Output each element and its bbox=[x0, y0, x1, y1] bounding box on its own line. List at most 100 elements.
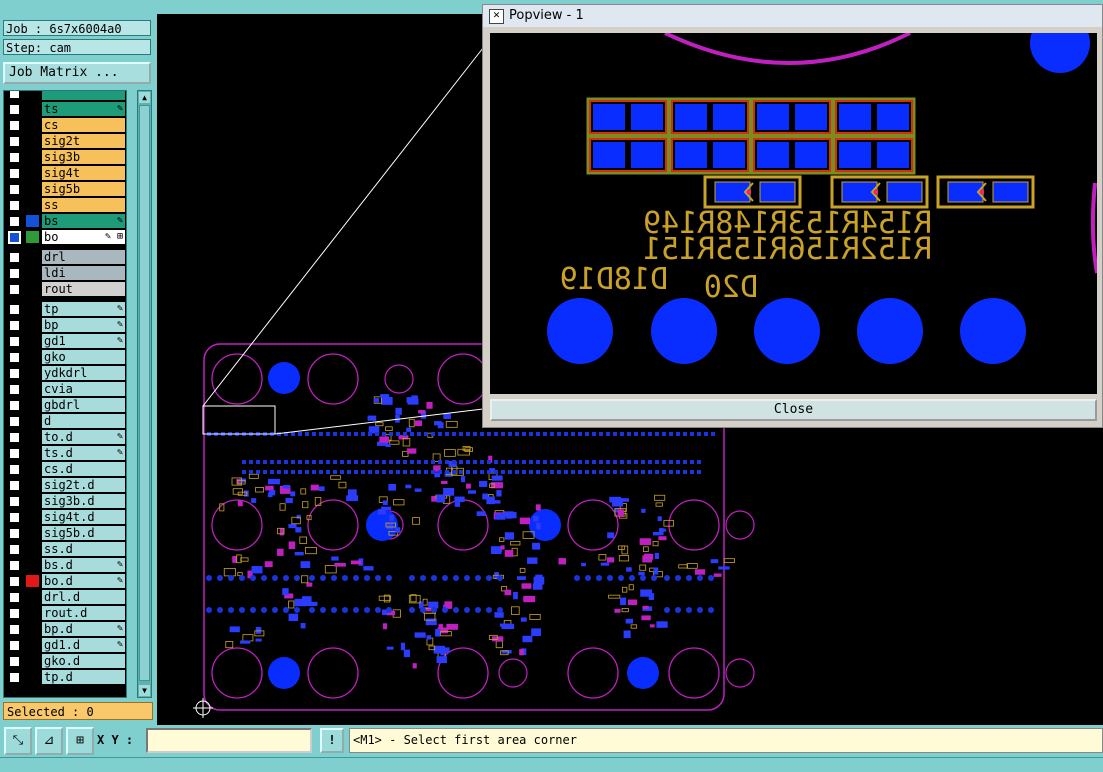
layer-checkbox[interactable] bbox=[8, 655, 21, 668]
layer-checkbox[interactable] bbox=[8, 103, 21, 116]
layer-name[interactable]: to.d ✎ bbox=[42, 430, 125, 444]
layer-name[interactable]: sig3b.d bbox=[42, 494, 125, 508]
popview-canvas[interactable]: R154R153R148R149 R152R156R155R151 D18D19… bbox=[490, 33, 1097, 394]
layer-checkbox[interactable] bbox=[8, 367, 21, 380]
layer-checkbox[interactable] bbox=[8, 91, 21, 100]
layer-row[interactable]: bp.d ✎ bbox=[4, 621, 126, 637]
layer-scrollbar[interactable]: ▲ ▼ bbox=[137, 90, 152, 698]
layer-checkbox[interactable] bbox=[8, 591, 21, 604]
layer-name[interactable]: sig4t.d bbox=[42, 510, 125, 524]
layer-row[interactable]: rout bbox=[4, 281, 126, 297]
layer-name[interactable]: cs bbox=[42, 118, 125, 132]
layer-row[interactable]: bo ✎ ⊞ bbox=[4, 229, 126, 245]
layer-row[interactable]: drl.d bbox=[4, 589, 126, 605]
layer-checkbox[interactable] bbox=[8, 399, 21, 412]
layer-name[interactable]: ydkdrl bbox=[42, 366, 125, 380]
layer-row[interactable] bbox=[4, 91, 126, 101]
layer-name[interactable]: gko.d bbox=[42, 654, 125, 668]
layer-checkbox[interactable] bbox=[8, 415, 21, 428]
layer-checkbox[interactable] bbox=[8, 511, 21, 524]
layer-checkbox[interactable] bbox=[8, 283, 21, 296]
layer-name[interactable]: gko bbox=[42, 350, 125, 364]
layer-name[interactable]: ts.d ✎ bbox=[42, 446, 125, 460]
layer-name[interactable]: gd1.d ✎ bbox=[42, 638, 125, 652]
layer-row[interactable]: ss.d bbox=[4, 541, 126, 557]
layer-name[interactable] bbox=[42, 91, 125, 100]
layer-row[interactable]: sig2t.d bbox=[4, 477, 126, 493]
layer-checkbox[interactable] bbox=[8, 383, 21, 396]
pan-icon[interactable]: ⊞ bbox=[66, 727, 94, 755]
layer-row[interactable]: gko bbox=[4, 349, 126, 365]
layer-name[interactable]: gd1 ✎ bbox=[42, 334, 125, 348]
layer-checkbox[interactable] bbox=[8, 231, 21, 244]
layer-checkbox[interactable] bbox=[8, 543, 21, 556]
layer-checkbox[interactable] bbox=[8, 351, 21, 364]
layer-row[interactable]: ts ✎ bbox=[4, 101, 126, 117]
layer-name[interactable]: drl.d bbox=[42, 590, 125, 604]
layer-checkbox[interactable] bbox=[8, 151, 21, 164]
layer-name[interactable]: cs.d bbox=[42, 462, 125, 476]
layer-row[interactable]: gd1.d ✎ bbox=[4, 637, 126, 653]
layer-name[interactable]: sig3b bbox=[42, 150, 125, 164]
layer-row[interactable]: cvia bbox=[4, 381, 126, 397]
layer-row[interactable]: sig4t bbox=[4, 165, 126, 181]
layer-checkbox[interactable] bbox=[8, 607, 21, 620]
layer-row[interactable]: tp ✎ bbox=[4, 301, 126, 317]
layer-name[interactable]: rout bbox=[42, 282, 125, 296]
layer-name[interactable]: bo ✎ ⊞ bbox=[42, 230, 125, 244]
layer-row[interactable]: bp ✎ bbox=[4, 317, 126, 333]
layer-checkbox[interactable] bbox=[8, 251, 21, 264]
layer-name[interactable]: sig2t.d bbox=[42, 478, 125, 492]
layer-checkbox[interactable] bbox=[8, 447, 21, 460]
layer-checkbox[interactable] bbox=[8, 267, 21, 280]
layer-name[interactable]: gbdrl bbox=[42, 398, 125, 412]
layer-row[interactable]: gbdrl bbox=[4, 397, 126, 413]
layer-name[interactable]: d bbox=[42, 414, 125, 428]
layer-checkbox[interactable] bbox=[8, 135, 21, 148]
layer-name[interactable]: bp.d ✎ bbox=[42, 622, 125, 636]
layer-checkbox[interactable] bbox=[8, 335, 21, 348]
layer-name[interactable]: ss bbox=[42, 198, 125, 212]
layer-checkbox[interactable] bbox=[8, 559, 21, 572]
layer-name[interactable]: ss.d bbox=[42, 542, 125, 556]
layer-name[interactable]: cvia bbox=[42, 382, 125, 396]
zoom-area-icon[interactable]: ⊿ bbox=[35, 727, 63, 755]
layer-name[interactable]: ldi bbox=[42, 266, 125, 280]
layer-row[interactable]: sig5b.d bbox=[4, 525, 126, 541]
scroll-down-icon[interactable]: ▼ bbox=[139, 685, 150, 696]
layer-name[interactable]: bp ✎ bbox=[42, 318, 125, 332]
layer-name[interactable]: drl bbox=[42, 250, 125, 264]
layer-name[interactable]: bs.d ✎ bbox=[42, 558, 125, 572]
layer-checkbox[interactable] bbox=[8, 119, 21, 132]
layer-row[interactable]: bo.d ✎ bbox=[4, 573, 126, 589]
scroll-thumb[interactable] bbox=[139, 105, 150, 681]
layer-name[interactable]: sig5b bbox=[42, 182, 125, 196]
layer-row[interactable]: sig5b bbox=[4, 181, 126, 197]
layer-checkbox[interactable] bbox=[8, 215, 21, 228]
layer-row[interactable]: gko.d bbox=[4, 653, 126, 669]
layer-name[interactable]: bs ✎ bbox=[42, 214, 125, 228]
alert-button[interactable]: ! bbox=[320, 728, 344, 753]
layer-row[interactable]: ydkdrl bbox=[4, 365, 126, 381]
layer-checkbox[interactable] bbox=[8, 431, 21, 444]
layer-checkbox[interactable] bbox=[8, 623, 21, 636]
layer-row[interactable]: d bbox=[4, 413, 126, 429]
job-matrix-button[interactable]: Job Matrix ... bbox=[3, 62, 151, 84]
layer-checkbox[interactable] bbox=[8, 463, 21, 476]
layer-name[interactable]: rout.d bbox=[42, 606, 125, 620]
layer-checkbox[interactable] bbox=[8, 575, 21, 588]
layer-row[interactable]: sig3b.d bbox=[4, 493, 126, 509]
layer-name[interactable]: tp ✎ bbox=[42, 302, 125, 316]
layer-row[interactable]: bs.d ✎ bbox=[4, 557, 126, 573]
layer-row[interactable]: rout.d bbox=[4, 605, 126, 621]
layer-checkbox[interactable] bbox=[8, 319, 21, 332]
layer-checkbox[interactable] bbox=[8, 303, 21, 316]
layer-row[interactable]: ss bbox=[4, 197, 126, 213]
layer-name[interactable]: sig4t bbox=[42, 166, 125, 180]
layer-row[interactable]: bs ✎ bbox=[4, 213, 126, 229]
layer-row[interactable]: ldi bbox=[4, 265, 126, 281]
scroll-up-icon[interactable]: ▲ bbox=[139, 92, 150, 103]
layer-name[interactable]: bo.d ✎ bbox=[42, 574, 125, 588]
layer-row[interactable]: sig4t.d bbox=[4, 509, 126, 525]
xy-input[interactable] bbox=[146, 728, 312, 753]
